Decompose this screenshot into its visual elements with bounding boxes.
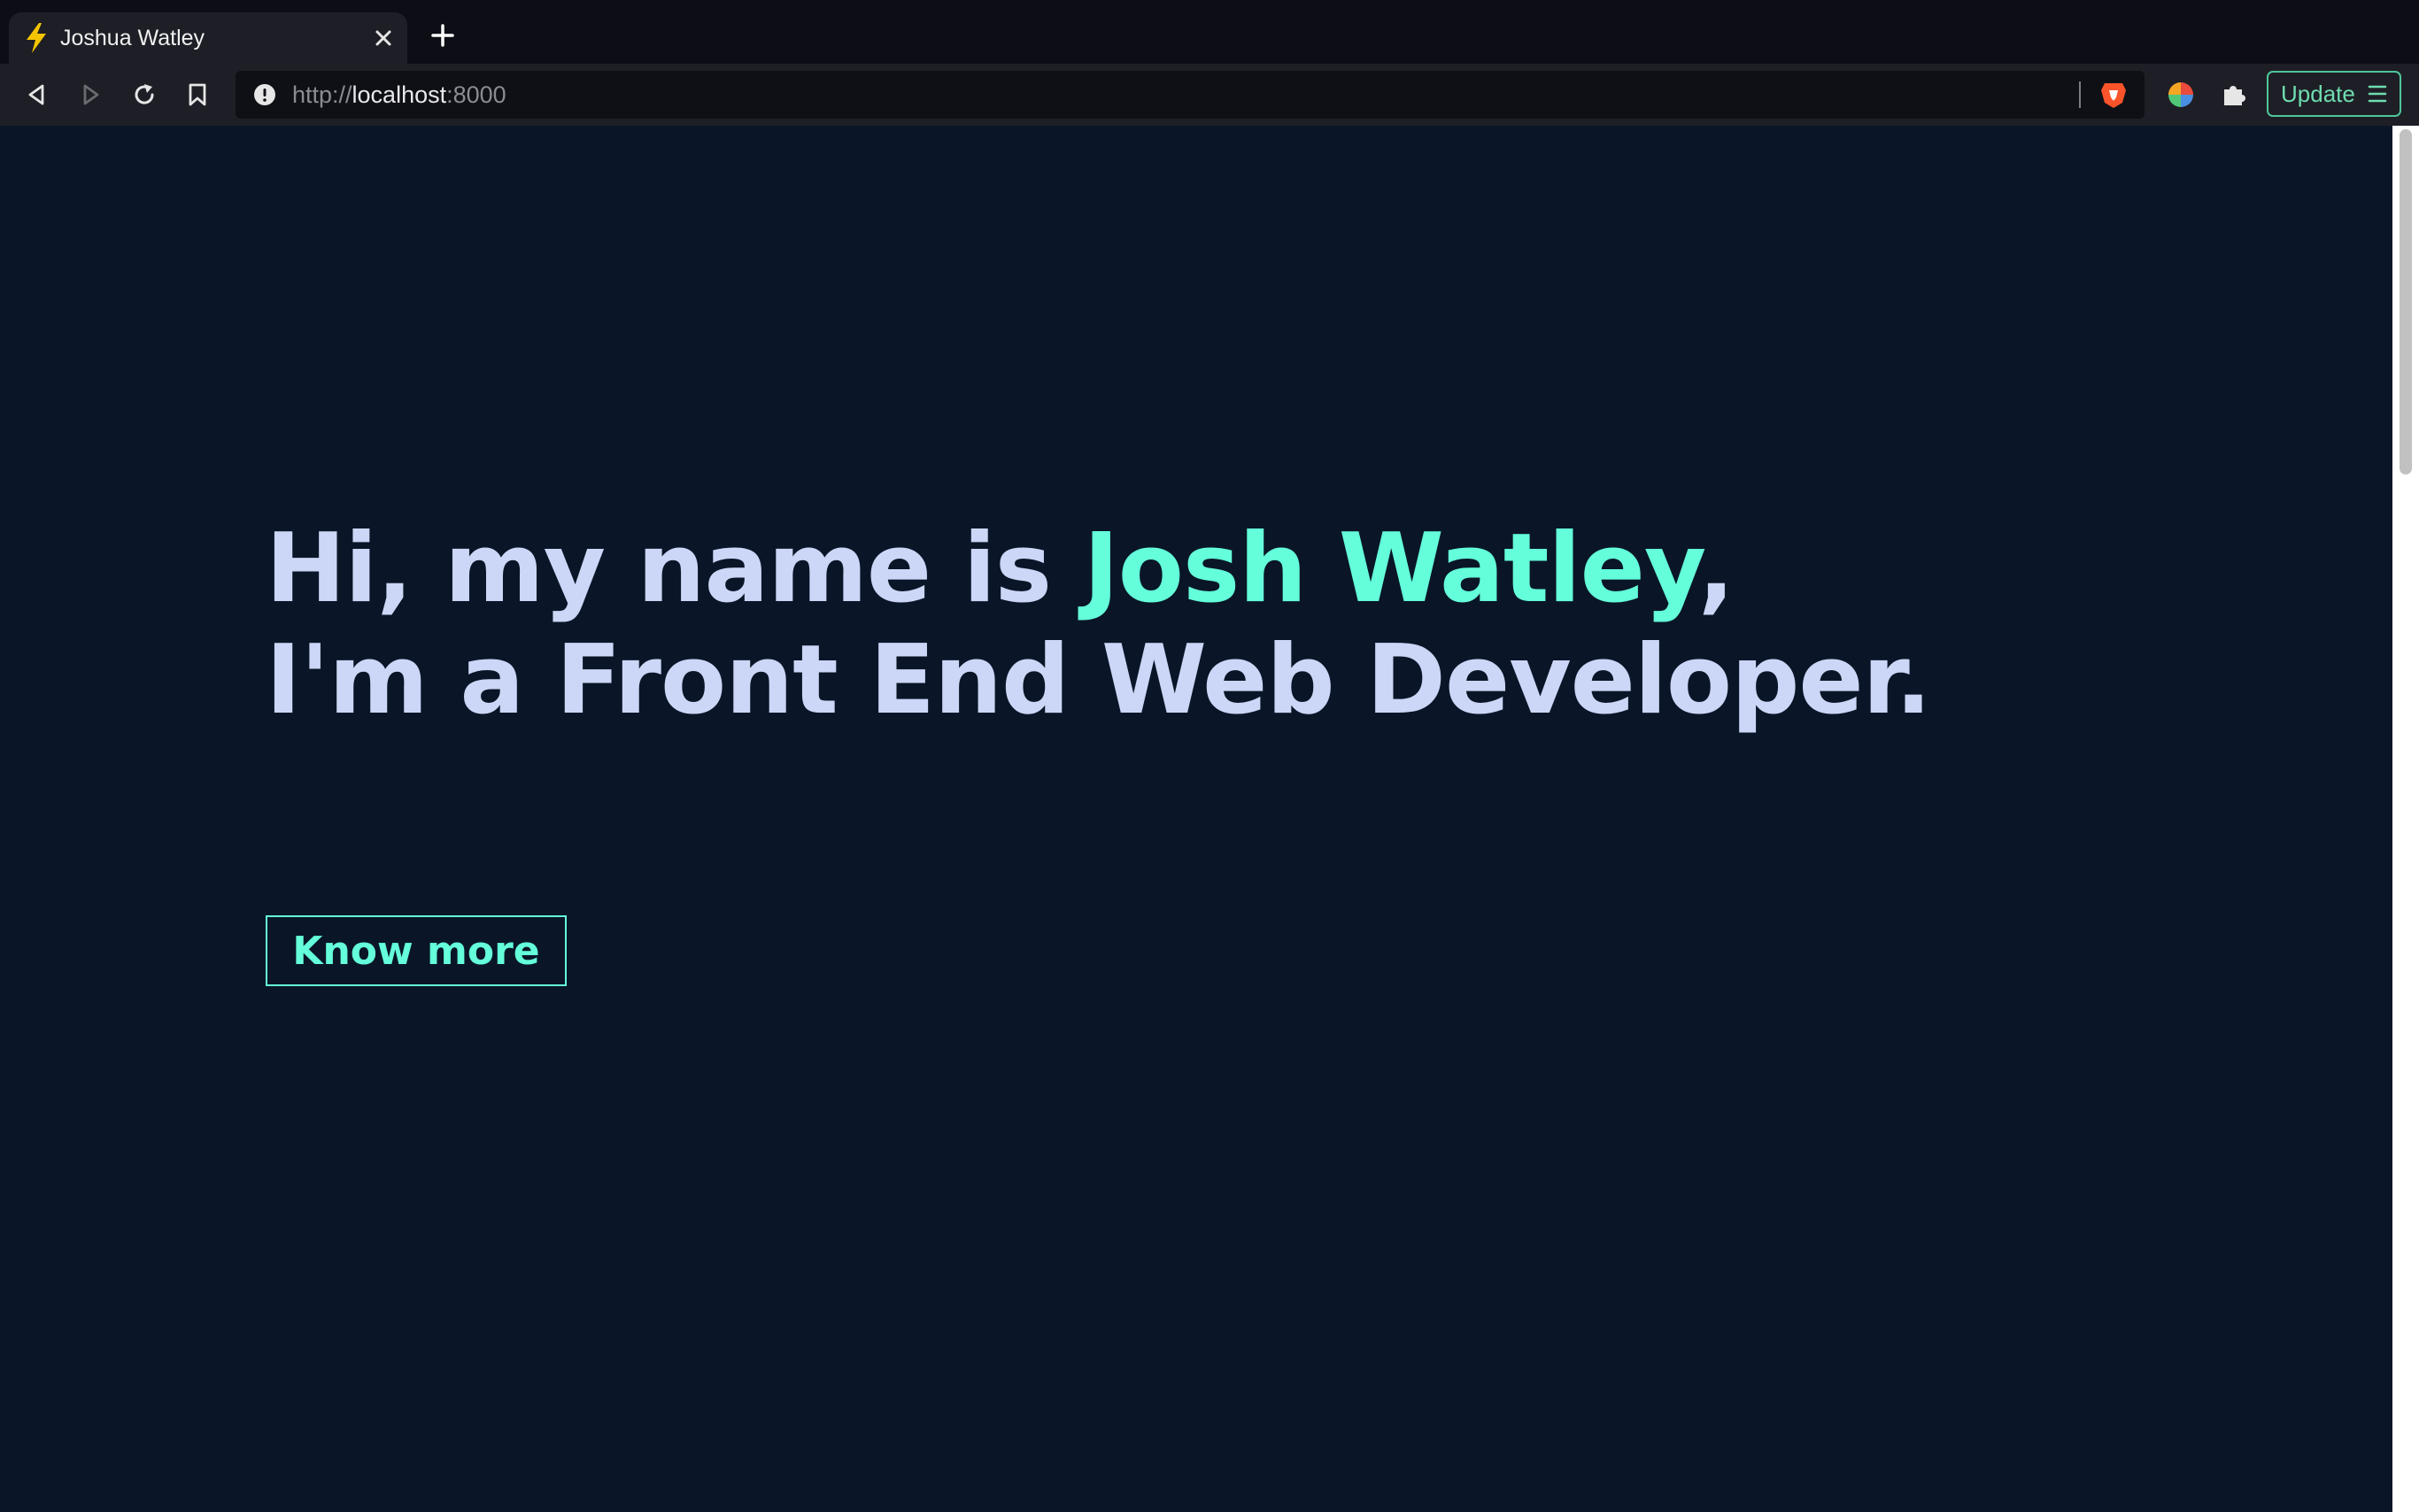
info-icon[interactable]: [253, 83, 276, 106]
extensions-button[interactable]: [2217, 78, 2251, 112]
hamburger-menu-icon: [2368, 85, 2387, 103]
puzzle-piece-icon: [2224, 86, 2245, 105]
new-tab-button[interactable]: [429, 21, 457, 50]
reload-button[interactable]: [128, 78, 161, 112]
close-icon[interactable]: [370, 25, 397, 51]
color-extension-button[interactable]: [2164, 78, 2198, 112]
url-port: :8000: [446, 81, 506, 108]
bookmark-icon: [189, 83, 206, 106]
back-arrow-icon: [28, 84, 44, 105]
page-viewport: [0, 126, 2392, 1512]
plus-icon: [431, 24, 454, 47]
hero-greeting: Hi, my name is Josh Watley,: [266, 513, 1931, 625]
greeting-suffix: ,: [1697, 513, 1735, 624]
url-divider: [2079, 81, 2081, 108]
url-scheme: http://: [292, 81, 352, 108]
brave-lion-icon[interactable]: [2098, 80, 2129, 110]
color-wheel-icon: [2168, 82, 2193, 107]
back-button[interactable]: [20, 78, 54, 112]
reload-icon: [135, 84, 154, 104]
greeting-prefix: Hi, my name is: [266, 513, 1084, 624]
url-host: localhost: [352, 81, 447, 108]
forward-button[interactable]: [73, 78, 107, 112]
address-bar[interactable]: http://localhost:8000: [236, 71, 2145, 119]
know-more-button[interactable]: Know more: [266, 915, 567, 986]
update-label: Update: [2281, 80, 2355, 107]
hero-heading: Hi, my name is Josh Watley, I'm a Front …: [266, 513, 1932, 737]
update-button[interactable]: Update: [2267, 71, 2401, 117]
scrollbar-thumb[interactable]: [2400, 129, 2412, 474]
hero-tagline: I'm a Front End Web Developer.: [266, 625, 1932, 736]
bookmark-button[interactable]: [181, 78, 214, 112]
url-text: http://localhost:8000: [292, 81, 506, 108]
browser-tab[interactable]: Joshua Watley: [9, 12, 407, 64]
forward-arrow-icon: [83, 84, 99, 105]
lightning-bolt-icon: [21, 23, 51, 53]
browser-toolbar: http://localhost:8000 Update: [0, 64, 2419, 126]
vertical-scrollbar[interactable]: [2392, 126, 2419, 1512]
tab-strip: Joshua Watley: [0, 0, 2419, 64]
tab-title: Joshua Watley: [60, 26, 205, 50]
hero-name: Josh Watley: [1083, 513, 1699, 624]
